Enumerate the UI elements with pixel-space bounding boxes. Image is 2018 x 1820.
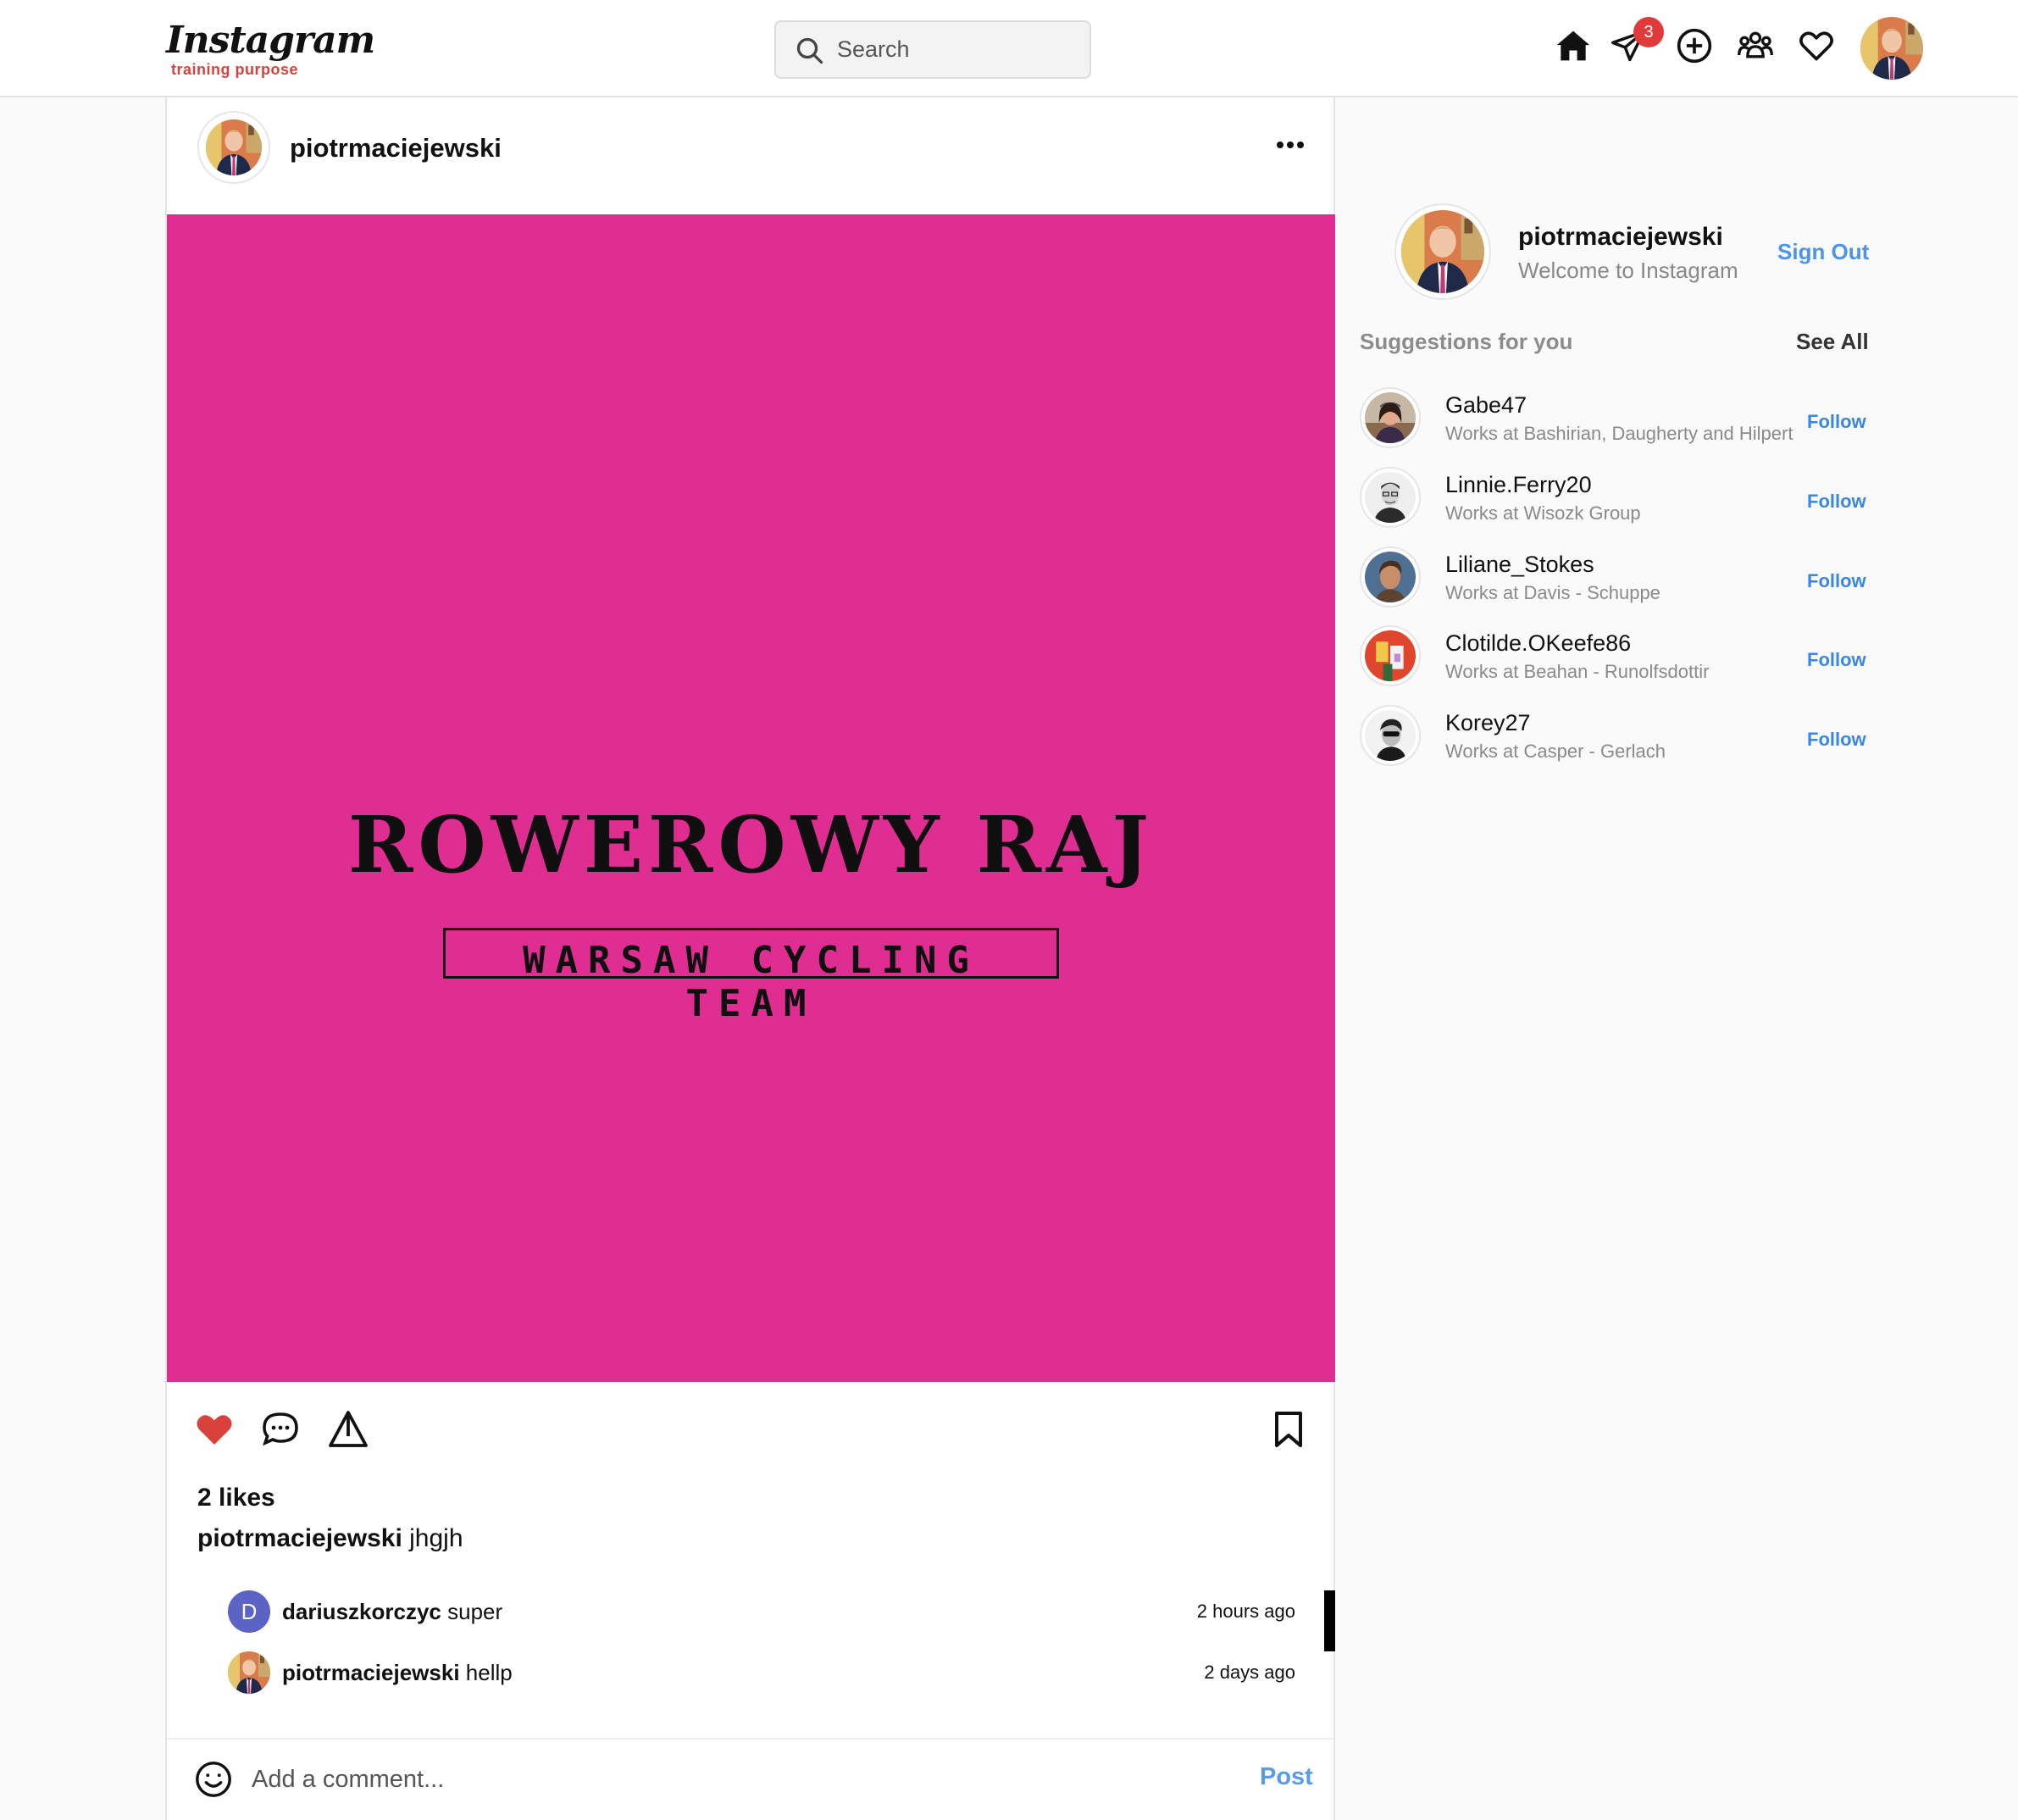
logo-subtitle: training purpose	[171, 61, 299, 78]
emoji-icon[interactable]	[194, 1760, 233, 1799]
follow-button[interactable]: Follow	[1807, 570, 1866, 592]
comment-input[interactable]	[252, 1750, 1133, 1809]
post-caption: piotrmaciejewski jhgjh	[197, 1524, 463, 1553]
suggestion-avatar[interactable]	[1360, 625, 1421, 686]
notification-badge: 3	[1633, 17, 1664, 47]
home-icon[interactable]	[1555, 27, 1592, 64]
suggestion-username[interactable]: Linnie.Ferry20	[1445, 472, 1592, 498]
suggestion-avatar[interactable]	[1360, 547, 1421, 608]
suggestion-item: Clotilde.OKeefe86 Works at Beahan - Runo…	[1360, 625, 1868, 691]
comment-avatar[interactable]	[228, 1651, 270, 1694]
like-heart-icon[interactable]	[194, 1409, 235, 1450]
suggestion-item: Gabe47 Works at Bashirian, Daugherty and…	[1360, 387, 1868, 453]
caption-username[interactable]: piotrmaciejewski	[197, 1524, 402, 1552]
suggestion-username[interactable]: Gabe47	[1445, 392, 1527, 419]
logo-wordmark: Instagram	[166, 19, 375, 62]
share-icon[interactable]	[328, 1409, 369, 1450]
sign-out-button[interactable]: Sign Out	[1777, 239, 1869, 265]
comment-avatar[interactable]: D	[228, 1590, 270, 1633]
sidebar-profile-avatar[interactable]	[1394, 203, 1491, 300]
see-all-link[interactable]: See All	[1796, 329, 1869, 355]
follow-button[interactable]: Follow	[1807, 729, 1866, 751]
sidebar-welcome-text: Welcome to Instagram	[1518, 258, 1738, 283]
suggestion-workplace: Works at Davis - Schuppe	[1445, 582, 1660, 603]
suggestion-username[interactable]: Clotilde.OKeefe86	[1445, 630, 1631, 657]
follow-button[interactable]: Follow	[1807, 411, 1866, 433]
suggestion-workplace: Works at Beahan - Runolfsdottir	[1445, 661, 1710, 682]
search-input[interactable]	[837, 22, 1083, 77]
comment-timestamp: 2 hours ago	[1196, 1601, 1295, 1622]
suggestion-username[interactable]: Liliane_Stokes	[1445, 552, 1594, 578]
new-post-icon[interactable]	[1676, 27, 1713, 64]
suggestion-avatar[interactable]	[1360, 467, 1421, 528]
search-box[interactable]	[774, 20, 1091, 79]
instagram-logo[interactable]: Instagram training purpose	[166, 19, 375, 79]
post-author-avatar[interactable]	[197, 111, 270, 184]
comment-icon[interactable]	[260, 1409, 301, 1450]
post-card: piotrmaciejewski ROWEROWY RAJ WARSAW CYC…	[165, 97, 1335, 1820]
search-icon	[796, 37, 823, 64]
people-icon[interactable]	[1737, 27, 1774, 64]
profile-avatar[interactable]	[1860, 17, 1923, 80]
follow-button[interactable]: Follow	[1807, 491, 1866, 513]
post-author-username[interactable]: piotrmaciejewski	[290, 133, 502, 164]
image-title-text: ROWEROWY RAJ	[347, 799, 1155, 891]
comment-timestamp: 2 days ago	[1204, 1662, 1295, 1683]
comment-item: piotrmaciejewski hellp 2 days ago	[228, 1651, 1295, 1697]
comment-username[interactable]: piotrmaciejewski	[282, 1660, 460, 1685]
comment-username[interactable]: dariuszkorczyc	[282, 1599, 441, 1624]
comment-text: super	[447, 1599, 503, 1624]
post-actions	[167, 1382, 1333, 1475]
suggestion-item: Liliane_Stokes Works at Davis - Schuppe …	[1360, 547, 1868, 613]
suggestion-item: Linnie.Ferry20 Works at Wisozk Group Fol…	[1360, 467, 1868, 533]
follow-button[interactable]: Follow	[1807, 649, 1866, 671]
image-subtitle-box: WARSAW CYCLING TEAM	[443, 928, 1059, 1025]
comment-body: dariuszkorczyc super	[282, 1599, 502, 1625]
more-options-icon[interactable]	[1273, 136, 1307, 153]
image-subtitle-text: WARSAW CYCLING TEAM	[523, 939, 979, 1025]
suggestion-avatar[interactable]	[1360, 387, 1421, 448]
comment-item: D dariuszkorczyc super 2 hours ago	[228, 1590, 1295, 1636]
suggestions-heading: Suggestions for you	[1360, 329, 1573, 354]
post-image[interactable]: ROWEROWY RAJ WARSAW CYCLING TEAM	[167, 214, 1335, 1382]
heart-icon[interactable]	[1798, 27, 1835, 64]
suggestion-workplace: Works at Bashirian, Daugherty and Hilper…	[1445, 423, 1793, 444]
suggestion-username[interactable]: Korey27	[1445, 710, 1531, 736]
suggestion-workplace: Works at Casper - Gerlach	[1445, 741, 1666, 762]
comment-body: piotrmaciejewski hellp	[282, 1660, 513, 1686]
sidebar-username[interactable]: piotrmaciejewski	[1518, 223, 1723, 252]
caption-text: jhgjh	[409, 1524, 463, 1552]
comments-scrollbar[interactable]	[1324, 1590, 1335, 1651]
suggestion-item: Korey27 Works at Casper - Gerlach Follow	[1360, 705, 1868, 771]
suggestion-workplace: Works at Wisozk Group	[1445, 502, 1641, 524]
top-nav-bar: Instagram training purpose 3	[0, 0, 2018, 97]
comment-text: hellp	[465, 1660, 513, 1685]
likes-count[interactable]: 2 likes	[197, 1484, 275, 1512]
bookmark-icon[interactable]	[1268, 1409, 1309, 1450]
post-header: piotrmaciejewski	[167, 97, 1333, 214]
add-comment-bar: Post	[167, 1738, 1333, 1820]
suggestion-avatar[interactable]	[1360, 705, 1421, 766]
post-comment-button[interactable]: Post	[1260, 1763, 1313, 1791]
